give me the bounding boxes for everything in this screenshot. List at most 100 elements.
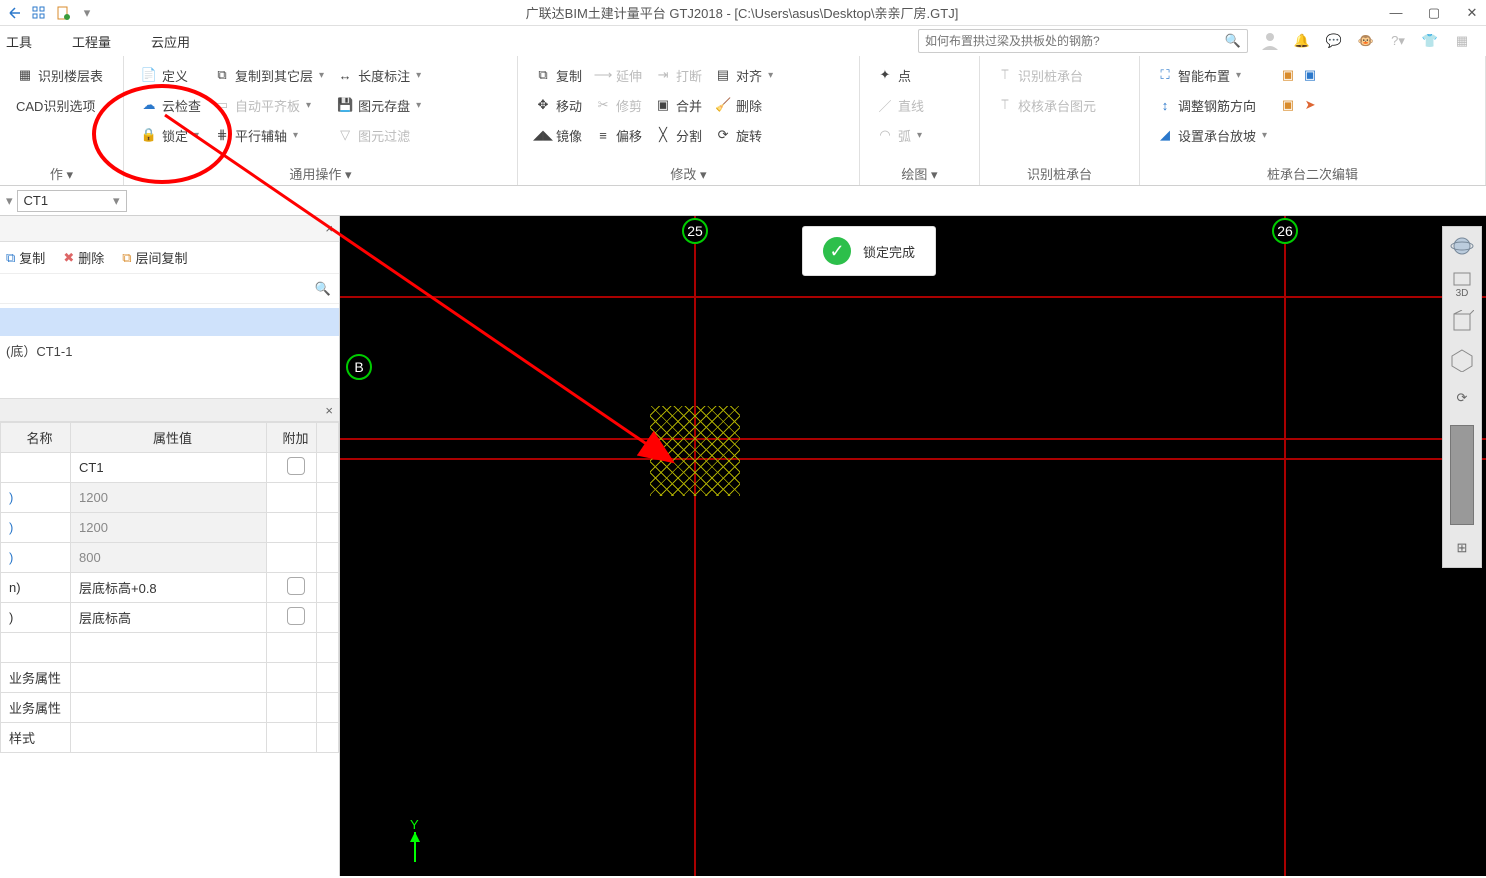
panel-close-button[interactable]: × (325, 221, 333, 236)
component-selector-value: CT1 (24, 193, 49, 208)
table-row: n)层底标高+0.8 (1, 573, 339, 603)
props-close-button[interactable]: × (325, 403, 333, 418)
search-icon[interactable]: 🔍 (315, 281, 331, 297)
view-scrollbar[interactable] (1450, 425, 1474, 525)
view-3d-button[interactable]: 3D (1447, 269, 1477, 299)
orbit-button[interactable] (1447, 231, 1477, 261)
verify-pile-button: ⟙校核承台图元 (996, 94, 1096, 116)
panel-delete-button[interactable]: ✖删除 (63, 248, 104, 267)
col-value: 属性值 (71, 423, 267, 453)
close-button[interactable]: ✕ (1464, 5, 1480, 21)
minimize-button[interactable]: — (1388, 5, 1404, 21)
delete-icon: ✖ (63, 250, 74, 266)
qat-undo-icon[interactable] (6, 4, 24, 22)
copy-to-other-button[interactable]: ⧉复制到其它层▾ (213, 64, 324, 86)
extra-button-1[interactable]: ▣▣ (1279, 64, 1319, 86)
ribbon: ▦识别楼层表 CAD识别选项 作 ▾ 📄定义 ☁云检查 🔒锁定▾ ⧉复制到其它层… (0, 56, 1486, 186)
gridline-h2 (340, 438, 1486, 440)
checkbox[interactable] (287, 607, 305, 625)
list-item-selected[interactable] (0, 308, 339, 336)
panel-floorcopy-button[interactable]: ⧉层间复制 (122, 248, 187, 267)
help-icon[interactable]: ?▾ (1388, 33, 1408, 49)
cad-options-button[interactable]: CAD识别选项 (16, 94, 103, 116)
gridline-b (340, 458, 1486, 460)
property-table: 名称 属性值 附加 CT1 )1200 )1200 )800 n)层底标高+0.… (0, 422, 339, 753)
maximize-button[interactable]: ▢ (1426, 5, 1442, 21)
line-icon: ／ (876, 96, 894, 114)
qat-grid-icon[interactable] (30, 4, 48, 22)
define-button[interactable]: 📄定义 (140, 64, 201, 86)
smart-layout-button[interactable]: ⛶智能布置▾ (1156, 64, 1267, 86)
selector-chevron[interactable]: ▾ (6, 193, 13, 209)
mirror-button[interactable]: ◢◣镜像 (534, 124, 582, 146)
help-search-input[interactable] (925, 34, 1225, 48)
col-name: 名称 (1, 423, 71, 453)
panel-copy-button[interactable]: ⧉复制 (6, 248, 45, 267)
component-selector[interactable]: CT1 ▾ (17, 190, 127, 212)
smart-icon: ⛶ (1156, 66, 1174, 84)
selector-bar: ▾ CT1 ▾ (0, 186, 1486, 216)
table-row: 业务属性 (1, 663, 339, 693)
list-item-child[interactable]: (底）CT1-1 (0, 336, 339, 364)
group-label-2[interactable]: 通用操作 ▾ (134, 162, 507, 183)
arc-icon: ◠ (876, 126, 894, 144)
split-button[interactable]: ╳分割 (654, 124, 702, 146)
qat-dropdown-icon[interactable]: ▾ (78, 4, 96, 22)
help-search[interactable]: 🔍 (918, 29, 1248, 53)
refresh-button[interactable]: ⟳ (1447, 383, 1477, 413)
identify-floor-button[interactable]: ▦识别楼层表 (16, 64, 103, 86)
extra-button-2[interactable]: ▣➤ (1279, 94, 1319, 116)
view-top-button[interactable] (1447, 307, 1477, 337)
elem-save-button[interactable]: 💾图元存盘▾ (336, 94, 421, 116)
slope-icon: ◢ (1156, 126, 1174, 144)
cloud-check-button[interactable]: ☁云检查 (140, 94, 201, 116)
group-label-1[interactable]: 作 ▾ (10, 162, 113, 183)
break-icon: ⇥ (654, 66, 672, 84)
cloud-icon: ☁ (140, 96, 158, 114)
copy-button[interactable]: ⧉复制 (534, 64, 582, 86)
menu-quantity[interactable]: 工程量 (72, 32, 111, 51)
svg-text:Y: Y (410, 817, 419, 832)
chat-icon[interactable]: 💬 (1324, 33, 1344, 49)
monkey-icon[interactable]: 🐵 (1356, 33, 1376, 49)
pile-cap-hatch[interactable] (650, 406, 740, 496)
menu-cloud[interactable]: 云应用 (151, 32, 190, 51)
auto-align-button: ▭自动平齐板▾ (213, 94, 324, 116)
table-row: )层底标高 (1, 603, 339, 633)
offset-button[interactable]: ≡偏移 (594, 124, 642, 146)
lock-button[interactable]: 🔒锁定▾ (140, 124, 201, 146)
view-toolbar: 3D ⟳ ⊞ (1442, 226, 1482, 568)
group-label-4[interactable]: 绘图 ▾ (870, 162, 969, 183)
qat-doc-icon[interactable] (54, 4, 72, 22)
elem-filter-button: ▽图元过滤 (336, 124, 421, 146)
bell-icon[interactable]: 🔔 (1292, 33, 1312, 49)
delete-button[interactable]: 🧹删除 (714, 94, 773, 116)
table-row: )1200 (1, 513, 339, 543)
parallel-aux-button[interactable]: ⋕平行辅轴▾ (213, 124, 324, 146)
view-iso-button[interactable] (1447, 345, 1477, 375)
panel-icon[interactable]: ▦ (1452, 33, 1472, 49)
table-row: CT1 (1, 453, 339, 483)
menu-tools[interactable]: 工具 (6, 32, 32, 51)
mirror-icon: ◢◣ (534, 126, 552, 144)
rotate-button[interactable]: ⟳旋转 (714, 124, 773, 146)
set-slope-button[interactable]: ◢设置承台放坡▾ (1156, 124, 1267, 146)
drawing-canvas[interactable]: 25 26 B ✓ 锁定完成 Y 3D ⟳ ⊞ (340, 216, 1486, 876)
search-icon[interactable]: 🔍 (1225, 33, 1241, 49)
grid-toggle-button[interactable]: ⊞ (1447, 533, 1477, 563)
checkbox[interactable] (287, 577, 305, 595)
user-icon[interactable] (1260, 30, 1280, 53)
length-dim-button[interactable]: ↔长度标注▾ (336, 64, 421, 86)
toast-lock-done: ✓ 锁定完成 (802, 226, 936, 276)
point-button[interactable]: ✦点 (876, 64, 924, 86)
shirt-icon[interactable]: 👕 (1420, 33, 1440, 49)
align-button[interactable]: ▤对齐▾ (714, 64, 773, 86)
group-label-5: 识别桩承台 (990, 162, 1129, 183)
group-label-3[interactable]: 修改 ▾ (528, 162, 849, 183)
adjust-rebar-button[interactable]: ↕调整钢筋方向 (1156, 94, 1267, 116)
checkbox[interactable] (287, 457, 305, 475)
col-extra: 附加 (267, 423, 317, 453)
floorcopy-icon: ⧉ (122, 250, 131, 266)
move-button[interactable]: ✥移动 (534, 94, 582, 116)
merge-button[interactable]: ▣合并 (654, 94, 702, 116)
